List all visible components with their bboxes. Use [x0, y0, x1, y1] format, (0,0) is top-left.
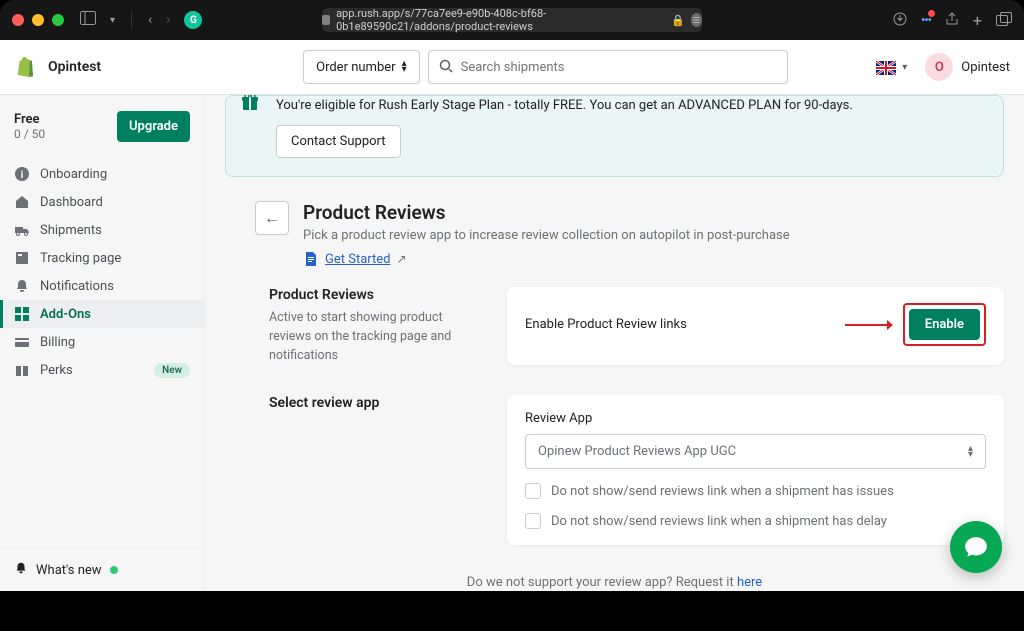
svg-text:i: i [21, 170, 24, 181]
lock-icon: 🔒 [671, 14, 685, 27]
info-icon: i [14, 166, 30, 182]
chevron-down-icon[interactable]: ▾ [110, 15, 115, 26]
new-tab-icon[interactable]: + [973, 11, 982, 30]
section-title-product-reviews: Product Reviews [269, 287, 479, 303]
sidebar-item-perks[interactable]: Perks New [0, 356, 204, 384]
sidebar-item-tracking-page[interactable]: Tracking page [0, 244, 204, 272]
document-icon [303, 251, 319, 267]
page-subtitle: Pick a product review app to increase re… [303, 228, 790, 243]
shopify-logo-icon [14, 56, 36, 78]
get-started-link[interactable]: Get Started [325, 252, 390, 267]
bell-icon [14, 561, 28, 579]
user-name-label: Opintest [961, 60, 1010, 75]
minimize-window-button[interactable] [32, 14, 44, 26]
external-link-icon: ↗ [396, 252, 406, 266]
sidebar-item-addons[interactable]: Add-Ons [0, 300, 204, 328]
grammarly-icon[interactable]: G [184, 11, 202, 29]
review-app-select[interactable]: Opinew Product Reviews App UGC ▴▾ [525, 434, 986, 469]
language-selector[interactable]: ▾ [876, 60, 907, 74]
order-number-dropdown[interactable]: Order number ▴▾ [303, 50, 419, 84]
forward-icon[interactable]: › [166, 12, 170, 28]
tabs-icon[interactable] [996, 11, 1012, 30]
plan-info: Free 0 / 50 [14, 112, 45, 141]
sidebar: Free 0 / 50 Upgrade i Onboarding Dashboa… [0, 95, 205, 591]
select-review-app-card: Review App Opinew Product Reviews App UG… [507, 395, 1004, 545]
sort-icon: ▴▾ [402, 61, 407, 73]
main-content: You're eligible for Rush Early Stage Pla… [205, 95, 1024, 591]
page-icon [14, 250, 30, 266]
annotation-highlight: Enable [903, 303, 986, 346]
gift-icon [240, 95, 260, 117]
sidebar-item-billing[interactable]: Billing [0, 328, 204, 356]
enable-card: Enable Product Review links Enable [507, 287, 1004, 365]
contact-support-button[interactable]: Contact Support [276, 125, 401, 158]
search-input[interactable] [461, 60, 777, 75]
sort-icon: ▴▾ [968, 446, 973, 458]
browser-chrome: ▾ ‹ › G app.rush.app/s/77ca7ee9-e90b-408… [0, 0, 1024, 40]
sidebar-item-onboarding[interactable]: i Onboarding [0, 160, 204, 188]
early-stage-banner: You're eligible for Rush Early Stage Pla… [225, 95, 1004, 177]
sidebar-item-dashboard[interactable]: Dashboard [0, 188, 204, 216]
maximize-window-button[interactable] [52, 14, 64, 26]
reader-icon[interactable]: ☰ [691, 13, 702, 27]
store-name: Opintest [48, 59, 101, 75]
search-shipments[interactable] [428, 50, 788, 84]
upgrade-button[interactable]: Upgrade [117, 111, 190, 142]
back-icon[interactable]: ‹ [148, 12, 152, 28]
app-header: Opintest Order number ▴▾ [0, 40, 1024, 95]
download-icon[interactable] [893, 11, 907, 30]
addons-icon [14, 306, 30, 322]
billing-icon [14, 334, 30, 350]
checkbox-issues[interactable] [525, 483, 541, 499]
bell-icon [14, 278, 30, 294]
back-button[interactable]: ← [255, 201, 289, 235]
close-window-button[interactable] [12, 14, 24, 26]
onepassword-icon[interactable]: ••• [921, 13, 931, 27]
truck-icon [14, 222, 30, 238]
address-bar[interactable]: app.rush.app/s/77ca7ee9-e90b-408c-bf68-0… [322, 8, 702, 32]
sidebar-item-notifications[interactable]: Notifications [0, 272, 204, 300]
toolbar-right: ••• + [893, 11, 1012, 30]
request-app-text: Do we not support your review app? Reque… [225, 575, 1004, 590]
toolbar-left: ▾ ‹ › G [80, 11, 202, 29]
new-badge: New [154, 363, 190, 378]
whats-new-button[interactable]: What's new [0, 548, 204, 591]
section-desc-product-reviews: Active to start showing product reviews … [269, 309, 479, 365]
page-title: Product Reviews [303, 201, 790, 224]
share-icon[interactable] [945, 11, 959, 30]
uk-flag-icon [876, 60, 896, 74]
gift-icon [14, 362, 30, 378]
notification-dot-icon [110, 566, 118, 574]
user-menu[interactable]: O Opintest [925, 53, 1010, 81]
checkbox-issues-label: Do not show/send reviews link when a shi… [551, 484, 894, 499]
url-text: app.rush.app/s/77ca7ee9-e90b-408c-bf68-0… [336, 7, 665, 33]
chevron-down-icon: ▾ [902, 62, 907, 73]
sidebar-item-shipments[interactable]: Shipments [0, 216, 204, 244]
sidebar-toggle-icon[interactable] [80, 11, 96, 29]
enable-button[interactable]: Enable [909, 309, 980, 340]
checkbox-delay-label: Do not show/send reviews link when a shi… [551, 514, 887, 529]
traffic-lights [12, 14, 64, 26]
checkbox-delay[interactable] [525, 513, 541, 529]
home-icon [14, 194, 30, 210]
review-app-label: Review App [525, 411, 986, 426]
request-app-link[interactable]: here [737, 575, 762, 590]
section-title-select-app: Select review app [269, 395, 479, 411]
search-icon [439, 58, 453, 77]
avatar: O [925, 53, 953, 81]
enable-label: Enable Product Review links [525, 317, 687, 332]
favicon [322, 15, 330, 25]
annotation-arrow-icon [843, 317, 893, 333]
chat-fab[interactable] [950, 521, 1002, 573]
banner-text: You're eligible for Rush Early Stage Pla… [276, 98, 981, 113]
